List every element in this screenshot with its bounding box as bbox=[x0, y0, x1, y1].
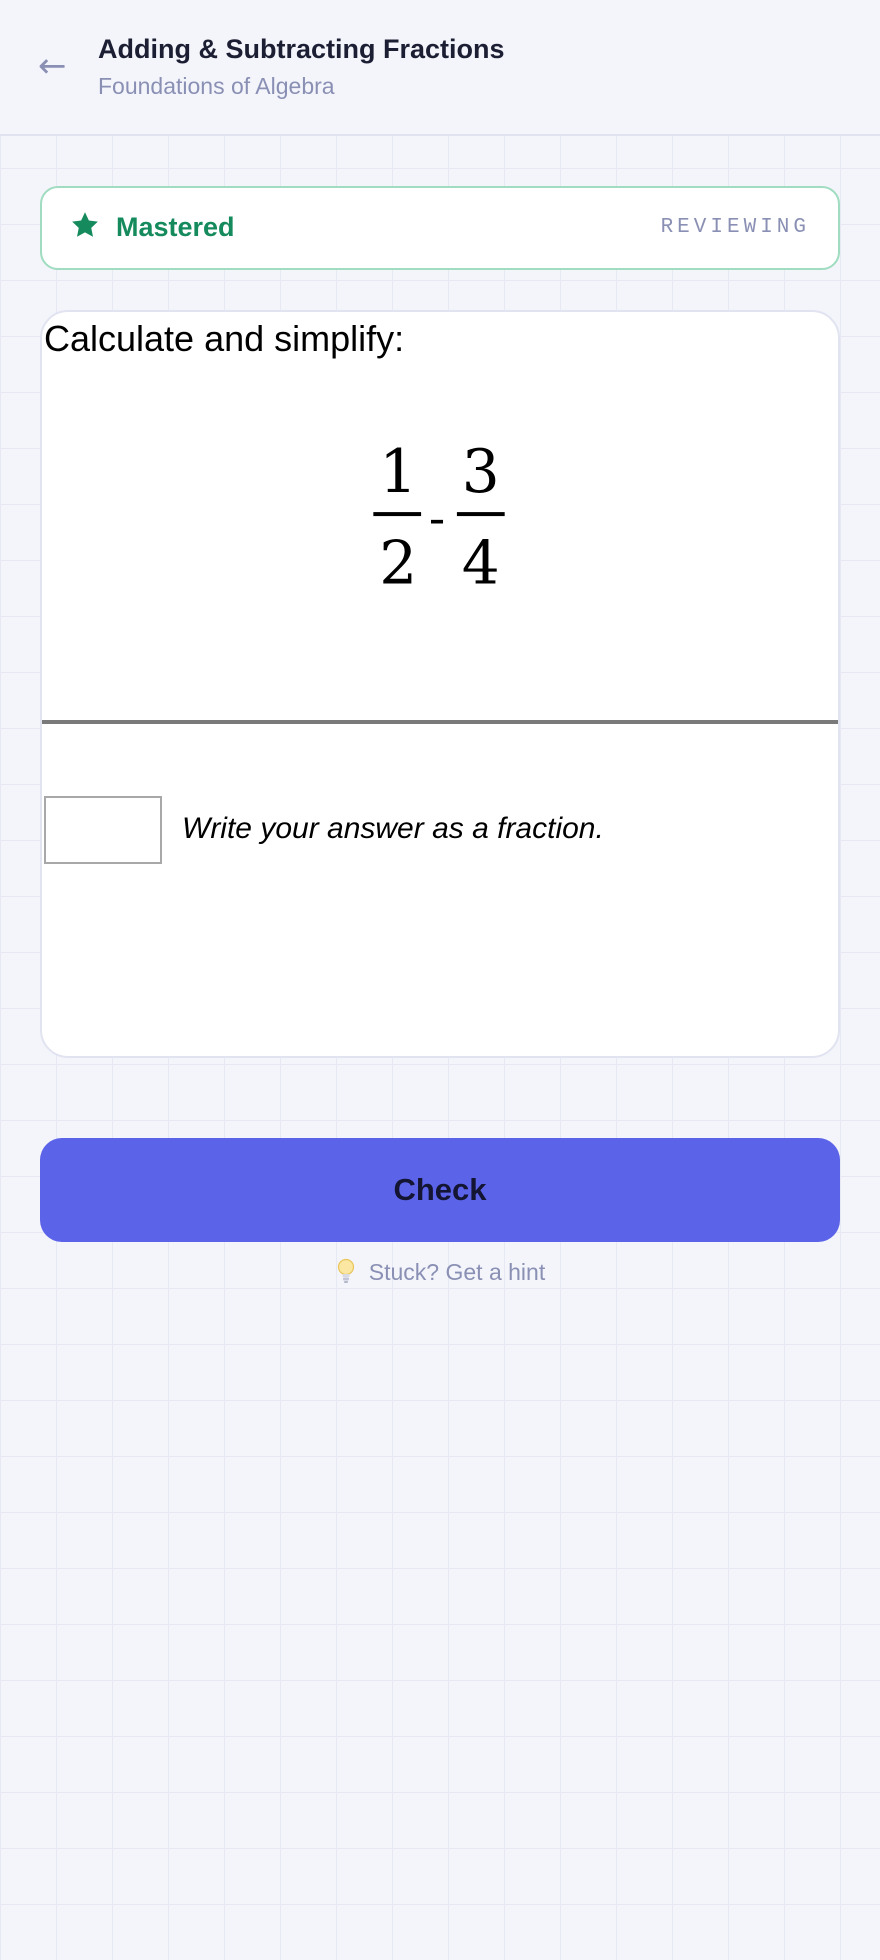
arrow-left-icon[interactable]: ← bbox=[38, 48, 76, 84]
math-expression: 1 2 - 3 4 bbox=[373, 442, 505, 599]
fraction-b-denominator: 4 bbox=[462, 530, 500, 599]
lightbulb-icon bbox=[337, 1258, 354, 1283]
fraction-b-bar bbox=[456, 512, 505, 517]
mastery-status-banner: Mastered REVIEWING bbox=[40, 186, 840, 270]
hint-label: Stuck? Get a hint bbox=[368, 1259, 546, 1285]
answer-instruction: Write your answer as a fraction. bbox=[182, 812, 604, 845]
check-button[interactable]: Check bbox=[40, 1138, 840, 1242]
course-subtitle: Foundations of Algebra bbox=[98, 73, 335, 99]
answer-input[interactable] bbox=[44, 796, 162, 864]
section-divider bbox=[42, 720, 838, 724]
star-icon bbox=[72, 212, 98, 237]
fraction-a-denominator: 2 bbox=[379, 530, 417, 599]
fraction-b-numerator: 3 bbox=[462, 442, 500, 507]
hint-link[interactable]: Stuck? Get a hint bbox=[0, 1258, 880, 1286]
fraction-a-bar bbox=[373, 512, 422, 517]
question-card: Calculate and simplify: 1 2 - 3 4 Write … bbox=[40, 310, 840, 1058]
fraction-a-numerator: 1 bbox=[379, 442, 417, 507]
mastery-label: Mastered bbox=[116, 212, 235, 242]
minus-operator: - bbox=[429, 492, 446, 545]
top-bar: ← Adding & Subtracting Fractions Foundat… bbox=[0, 0, 880, 136]
question-prompt: Calculate and simplify: bbox=[44, 318, 405, 359]
mode-badge: REVIEWING bbox=[660, 216, 810, 239]
page-title: Adding & Subtracting Fractions bbox=[98, 34, 505, 64]
